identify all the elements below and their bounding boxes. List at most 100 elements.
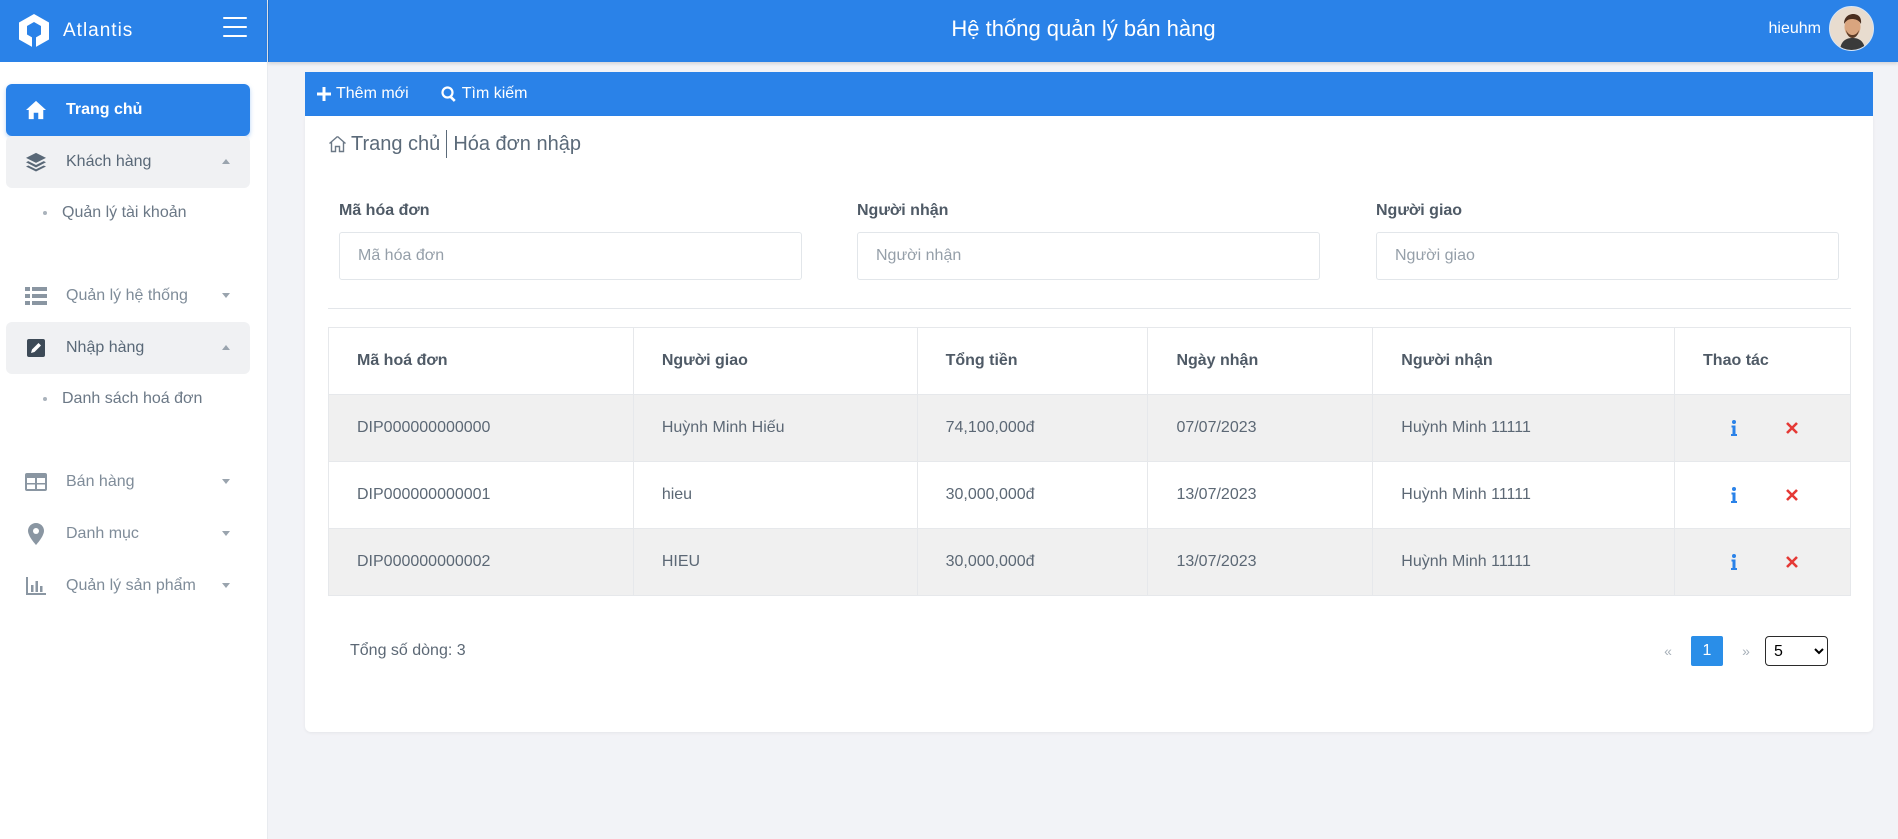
sidebar-item-label: Khách hàng (66, 153, 152, 170)
column-header: Người nhận (1372, 327, 1676, 395)
page-button-current[interactable]: 1 (1691, 636, 1723, 666)
chevron-up-icon (222, 345, 230, 350)
top-header: Hệ thống quản lý bán hàng hieuhm (268, 0, 1898, 62)
add-new-label: Thêm mới (336, 85, 409, 102)
cell-actions (1674, 528, 1851, 596)
cell-deliverer: Huỳnh Minh Hiếu (632, 394, 918, 462)
cell-total: 30,000,000đ (916, 461, 1149, 529)
cell-total: 74,100,000đ (916, 394, 1149, 462)
breadcrumb-current: Hóa đơn nhập (453, 132, 581, 155)
cell-receiver: Huỳnh Minh 11111 (1372, 394, 1676, 462)
layers-icon (6, 152, 66, 172)
table-row: DIP000000000000 Huỳnh Minh Hiếu 74,100,0… (328, 394, 1851, 462)
sidebar-item-label: Bán hàng (66, 473, 135, 490)
page-title: Hệ thống quản lý bán hàng (951, 16, 1216, 41)
sidebar-item-nhap-hang[interactable]: Nhập hàng (6, 322, 250, 374)
column-header: Tổng tiền (916, 327, 1149, 395)
total-rows: Tổng số dòng: 3 (350, 642, 466, 659)
sidebar-item-label: Trang chủ (66, 101, 143, 118)
chevron-down-icon (222, 583, 230, 588)
breadcrumb-home-label: Trang chủ (351, 132, 441, 155)
cell-actions (1674, 394, 1851, 462)
cell-receiver: Huỳnh Minh 11111 (1372, 461, 1676, 529)
sidebar-item-danh-muc[interactable]: Danh mục (6, 508, 250, 560)
cell-total: 30,000,000đ (916, 528, 1149, 596)
edit-icon (6, 339, 66, 357)
bar-chart-icon (6, 577, 66, 595)
info-icon[interactable] (1727, 419, 1741, 437)
filter-invoice-code: Mã hóa đơn (339, 202, 802, 280)
action-toolbar: Thêm mới Tìm kiếm (305, 72, 1873, 116)
sidebar-item-trang-chu[interactable]: Trang chủ (6, 84, 250, 136)
sidebar: Atlantis Trang chủ Khách hàng Quản lý tà… (0, 0, 268, 839)
add-new-button[interactable]: Thêm mới (317, 85, 409, 103)
sidebar-item-label: Nhập hàng (66, 339, 145, 356)
sidebar-item-label: Quản lý sản phẩm (66, 577, 196, 594)
list-icon (6, 287, 66, 305)
sidebar-subitem-danh-sach-hoa-don[interactable]: Danh sách hoá đơn (0, 374, 267, 424)
filter-label: Mã hóa đơn (339, 202, 430, 219)
deliverer-input[interactable] (1376, 232, 1839, 280)
home-outline-icon (329, 135, 346, 153)
bullet-icon (43, 211, 47, 215)
info-icon[interactable] (1727, 486, 1741, 504)
sidebar-item-ban-hang[interactable]: Bán hàng (6, 456, 250, 508)
invoice-table: Mã hoá đơn Người giao Tổng tiền Ngày nhậ… (328, 327, 1851, 596)
chevron-down-icon (222, 293, 230, 298)
table-row: DIP000000000002 HIEU 30,000,000đ 13/07/2… (328, 528, 1851, 596)
column-header: Người giao (632, 327, 918, 395)
sidebar-subitem-label: Quản lý tài khoản (62, 204, 187, 221)
user-menu[interactable]: hieuhm (1769, 6, 1874, 51)
prev-page-button[interactable]: « (1655, 643, 1681, 659)
page-size-select[interactable]: 5 10 20 (1765, 636, 1828, 666)
chevron-up-icon (222, 159, 230, 164)
column-header: Ngày nhận (1147, 327, 1374, 395)
next-page-button[interactable]: » (1733, 643, 1759, 659)
brand-bar: Atlantis (0, 0, 267, 62)
cell-receiver: Huỳnh Minh 11111 (1372, 528, 1676, 596)
search-button[interactable]: Tìm kiếm (441, 85, 528, 103)
cell-date: 13/07/2023 (1147, 528, 1374, 596)
column-header: Thao tác (1674, 327, 1851, 395)
breadcrumb: Trang chủ Hóa đơn nhập (328, 130, 581, 158)
invoice-code-input[interactable] (339, 232, 802, 280)
chevron-down-icon (222, 531, 230, 536)
search-icon (441, 86, 456, 102)
sidebar-subitem-label: Danh sách hoá đơn (62, 390, 203, 407)
sidebar-subitem-quan-ly-tai-khoan[interactable]: Quản lý tài khoản (0, 188, 267, 238)
content-card: Trang chủ Hóa đơn nhập Mã hóa đơn Người … (305, 116, 1873, 732)
chevron-down-icon (222, 479, 230, 484)
cell-deliverer: HIEU (632, 528, 918, 596)
column-header: Mã hoá đơn (328, 327, 634, 395)
cell-invoice-code: DIP000000000000 (328, 394, 634, 462)
avatar[interactable] (1829, 6, 1874, 51)
delete-icon[interactable] (1785, 555, 1799, 569)
cell-actions (1674, 461, 1851, 529)
delete-icon[interactable] (1785, 488, 1799, 502)
brand-name: Atlantis (63, 20, 134, 41)
cell-date: 13/07/2023 (1147, 461, 1374, 529)
sidebar-item-khach-hang[interactable]: Khách hàng (6, 136, 250, 188)
map-pin-icon (6, 523, 66, 545)
sidebar-nav: Trang chủ Khách hàng Quản lý tài khoản Q… (0, 62, 267, 612)
info-icon[interactable] (1727, 553, 1741, 571)
breadcrumb-home[interactable]: Trang chủ (328, 133, 440, 156)
sidebar-item-quan-ly-he-thong[interactable]: Quản lý hệ thống (6, 270, 250, 322)
receiver-input[interactable] (857, 232, 1320, 280)
table-header-row: Mã hoá đơn Người giao Tổng tiền Ngày nhậ… (328, 327, 1851, 395)
cell-deliverer: hieu (632, 461, 918, 529)
breadcrumb-separator (446, 130, 448, 158)
table-icon (6, 473, 66, 491)
delete-icon[interactable] (1785, 421, 1799, 435)
search-label: Tìm kiếm (461, 85, 528, 102)
filter-label: Người giao (1376, 202, 1463, 219)
cell-date: 07/07/2023 (1147, 394, 1374, 462)
bullet-icon (43, 397, 47, 401)
sidebar-item-label: Danh mục (66, 525, 139, 542)
filter-label: Người nhận (857, 202, 949, 219)
divider (328, 308, 1851, 309)
filter-deliverer: Người giao (1376, 202, 1839, 280)
cell-invoice-code: DIP000000000001 (328, 461, 634, 529)
sidebar-item-quan-ly-san-pham[interactable]: Quản lý sản phẩm (6, 560, 250, 612)
menu-toggle-icon[interactable] (223, 17, 247, 37)
